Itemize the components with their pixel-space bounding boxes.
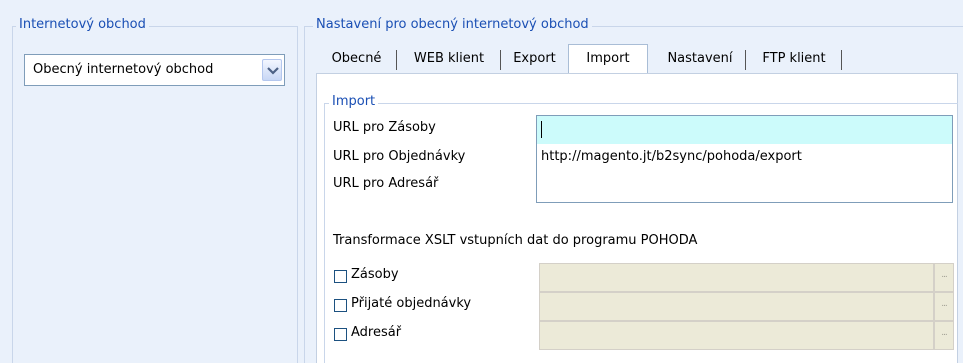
left-group-border-left (12, 26, 13, 363)
import-group-border-left (324, 103, 325, 363)
import-group-border-top (324, 103, 958, 104)
settings-group-title: Nastavení pro obecný internetový obchod (313, 17, 592, 33)
xslt-heading: Transformace XSLT vstupních dat do progr… (333, 233, 698, 248)
left-group-border-right (297, 26, 298, 363)
xslt-objednavky-browse-button[interactable]: ... (934, 292, 954, 321)
xslt-objednavky-label: Přijaté objednávky (351, 296, 472, 311)
xslt-zasoby-browse-button[interactable]: ... (934, 263, 954, 292)
xslt-adresar-path-field (539, 321, 934, 350)
url-zasoby-label: URL pro Zásoby (333, 120, 436, 135)
tab-web-klient[interactable]: WEB klient (397, 46, 501, 72)
import-group-title: Import (329, 94, 379, 110)
url-input-grid: http://magento.jt/b2sync/pohoda/export (536, 115, 953, 203)
xslt-zasoby-checkbox[interactable] (334, 270, 347, 283)
url-adresar-label: URL pro Adresář (333, 176, 439, 191)
tab-nastaveni[interactable]: Nastavení (654, 46, 746, 72)
tab-ftp-klient[interactable]: FTP klient (746, 46, 842, 72)
url-adresar-input[interactable] (537, 172, 952, 202)
url-objednavky-input[interactable]: http://magento.jt/b2sync/pohoda/export (541, 149, 802, 164)
left-group-title: Internetový obchod (16, 17, 149, 33)
xslt-zasoby-label: Zásoby (351, 267, 399, 282)
xslt-objednavky-checkbox[interactable] (334, 299, 347, 312)
shop-type-select[interactable]: Obecný internetový obchod (24, 54, 285, 86)
tab-obecne[interactable]: Obecné (316, 46, 397, 72)
settings-group-border-left (304, 26, 305, 363)
xslt-adresar-browse-button[interactable]: ... (934, 321, 954, 350)
url-objednavky-label: URL pro Objednávky (333, 149, 466, 164)
xslt-adresar-label: Adresář (351, 325, 402, 340)
tab-export[interactable]: Export (501, 46, 568, 72)
chevron-down-icon[interactable] (262, 59, 282, 81)
tab-import[interactable]: Import (568, 44, 648, 74)
xslt-objednavky-path-field (539, 292, 934, 321)
text-caret (541, 121, 542, 138)
xslt-zasoby-path-field (539, 263, 934, 292)
xslt-adresar-checkbox[interactable] (334, 328, 347, 341)
shop-type-select-value: Obecný internetový obchod (33, 62, 214, 77)
url-zasoby-input[interactable] (537, 116, 952, 144)
